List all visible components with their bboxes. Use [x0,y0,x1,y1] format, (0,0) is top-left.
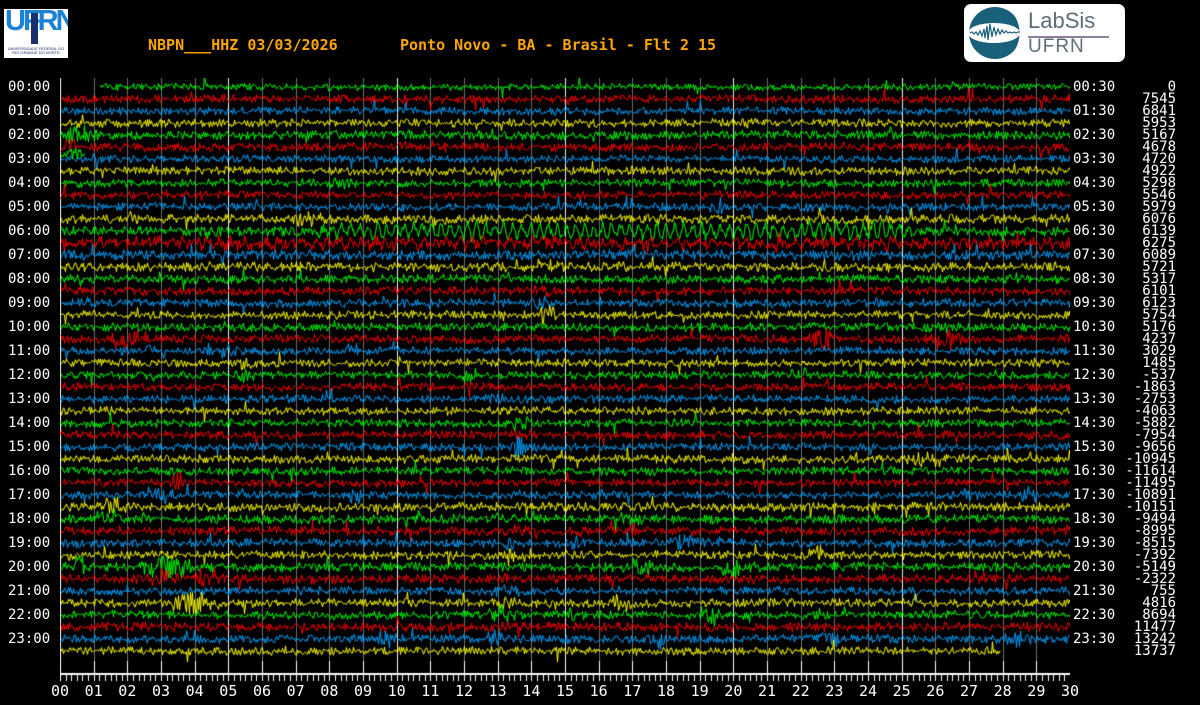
minute-label: 11 [421,682,440,700]
minute-label: 05 [219,682,238,700]
minute-label: 14 [522,682,541,700]
minute-label: 19 [690,682,709,700]
minute-label: 07 [286,682,305,700]
left-time-label: 03:00 [8,151,51,167]
minute-label: 03 [151,682,171,700]
location-title: Ponto Novo - BA - Brasil - Flt 2 15 [400,36,717,54]
trace-offset-value: 13737 [1133,643,1176,659]
ufrn-logo-caption: UNIVERSIDADE FEDERAL DO RIO GRANDE DO NO… [7,46,65,55]
minute-label: 23 [825,682,844,700]
left-time-label: 05:00 [8,199,51,215]
minute-label: 02 [118,682,137,700]
left-time-label: 19:00 [8,535,51,551]
left-time-label: 10:00 [8,319,51,335]
minute-label: 26 [926,682,945,700]
left-time-label: 12:00 [8,367,51,383]
minute-label: 00 [50,682,70,700]
left-time-label: 18:00 [8,511,51,527]
ufrn-logo-bar [31,13,38,44]
minute-label: 18 [656,682,676,700]
left-time-label: 22:00 [8,607,51,623]
minute-label: 10 [387,682,406,700]
left-time-label: 20:00 [8,559,51,575]
minute-label: 30 [1060,682,1080,700]
left-time-label: 01:00 [8,103,51,119]
left-time-label: 15:00 [8,439,51,455]
left-time-label: 08:00 [8,271,51,287]
left-time-label: 04:00 [8,175,51,191]
minute-label: 15 [555,682,575,700]
left-time-label: 23:00 [8,631,51,647]
minute-label: 29 [1027,682,1046,700]
helicorder-screen: UFRN UNIVERSIDADE FEDERAL DO RIO GRANDE … [0,0,1200,705]
labsis-logo-text: LabSis [1028,8,1110,38]
labsis-logo-globe-icon [968,7,1023,59]
left-time-label: 21:00 [8,583,51,599]
left-time-label: 14:00 [8,415,51,431]
minute-label: 27 [959,682,979,700]
left-time-label: 07:00 [8,247,51,263]
minute-label: 08 [320,682,339,700]
left-time-label: 16:00 [8,463,51,479]
minute-label: 01 [84,682,103,700]
left-time-label: 09:00 [8,295,51,311]
minute-label: 09 [353,682,373,700]
minute-label: 17 [623,682,642,700]
left-time-label: 13:00 [8,391,51,407]
minute-label: 20 [724,682,743,700]
left-time-label: 02:00 [8,127,51,143]
labsis-logo: LabSis UFRN [964,4,1125,62]
left-time-label: 00:00 [8,79,51,95]
minute-label: 06 [252,682,272,700]
minute-label: 12 [454,682,474,700]
left-time-label: 17:00 [8,487,51,503]
minute-label: 16 [589,682,608,700]
left-time-label: 06:00 [8,223,51,239]
left-time-label: 11:00 [8,343,51,359]
minute-label: 24 [858,682,878,700]
minute-label: 21 [757,682,777,700]
minute-label: 04 [185,682,204,700]
minute-label: 22 [791,682,810,700]
helicorder-canvas [60,78,1070,682]
minute-label: 25 [892,682,911,700]
ufrn-logo: UFRN UNIVERSIDADE FEDERAL DO RIO GRANDE … [4,9,68,58]
station-title: NBPN___HHZ 03/03/2026 [148,36,338,54]
minute-label: 13 [488,682,507,700]
labsis-logo-subtext: UFRN [1028,36,1085,57]
minute-label: 28 [993,682,1012,700]
